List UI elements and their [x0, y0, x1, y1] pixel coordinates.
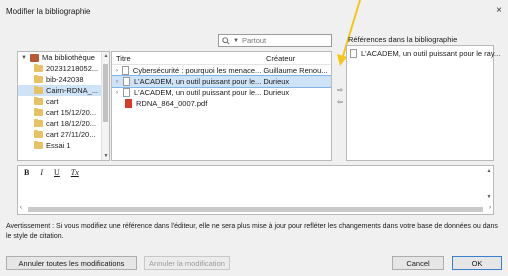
folder-icon: [34, 64, 43, 72]
warning-text: Avertissement : Si vous modifiez une réf…: [6, 223, 498, 240]
editor-horizontal-scrollbar[interactable]: ‹ ›: [18, 205, 493, 214]
folder-icon: [34, 108, 43, 116]
folder-icon: [34, 141, 43, 149]
citation-editor[interactable]: B I U Tx ▲ ▼ ‹ ›: [17, 165, 494, 215]
tree-item[interactable]: cart: [18, 96, 109, 107]
folder-icon: [34, 97, 43, 105]
tree-item-label: cart 15/12/20...: [46, 108, 97, 117]
items-table[interactable]: Titre Créateur › Cybersécurité : pourquo…: [111, 51, 332, 161]
scroll-up-icon[interactable]: ▲: [102, 53, 109, 59]
tree-item-label: bib-242038: [46, 75, 84, 84]
search-placeholder: Partout: [241, 36, 267, 45]
table-row[interactable]: RDNA_864_0007.pdf: [112, 98, 331, 109]
editor-vertical-scrollbar[interactable]: ▲ ▼: [485, 166, 493, 206]
chevron-right-icon[interactable]: ›: [116, 90, 121, 96]
row-title: L'ACADEM, un outil puissant pour le...: [133, 88, 262, 97]
row-creator: Durieux: [263, 77, 290, 86]
tree-item-label: cart 18/12/20...: [46, 119, 97, 128]
row-title: RDNA_864_0007.pdf: [136, 99, 208, 108]
library-icon: [30, 53, 39, 62]
reference-label: L'ACADEM, un outil puissant pour le ray.…: [361, 49, 501, 58]
chevron-down-icon[interactable]: ▼: [21, 55, 28, 61]
scroll-right-icon[interactable]: ›: [489, 205, 491, 211]
document-icon: [121, 66, 129, 75]
search-mode-dropdown-icon[interactable]: ▼: [233, 38, 239, 44]
chevron-right-icon[interactable]: ›: [116, 79, 121, 85]
ok-button[interactable]: OK: [452, 256, 502, 270]
scroll-left-icon[interactable]: ‹: [20, 205, 22, 211]
column-header-title[interactable]: Titre: [112, 54, 262, 63]
column-header-creator[interactable]: Créateur: [262, 54, 295, 63]
tree-item-label: cart 27/11/20...: [46, 130, 96, 139]
italic-button[interactable]: I: [40, 168, 43, 177]
folder-icon: [34, 119, 43, 127]
clear-format-button[interactable]: Tx: [71, 168, 79, 177]
tree-item[interactable]: cart 15/12/20...: [18, 107, 109, 118]
folder-icon: [34, 75, 43, 83]
folder-icon: [34, 86, 43, 94]
dialog-title: Modifier la bibliographie: [6, 7, 91, 16]
close-icon[interactable]: ×: [496, 5, 502, 16]
pdf-icon: [125, 99, 132, 108]
tree-item[interactable]: cart 27/11/20...: [18, 129, 109, 140]
library-tree[interactable]: ▼ Ma bibliothèque 20231218052... bib-242…: [17, 51, 110, 161]
search-icon: [222, 36, 230, 45]
tree-item-label: Ma bibliothèque: [42, 53, 95, 62]
cancel-button[interactable]: Cancel: [392, 256, 444, 270]
references-panel-title: Références dans la bibliographie: [348, 35, 458, 44]
revert-all-button[interactable]: Annuler toutes les modifications: [6, 256, 137, 270]
scroll-down-icon[interactable]: ▼: [102, 153, 109, 159]
tree-item-label: Cairn-RDNA_...: [46, 86, 99, 95]
table-header: Titre Créateur: [112, 52, 331, 65]
list-item[interactable]: L'ACADEM, un outil puissant pour le ray.…: [347, 46, 500, 61]
tree-item-label: 20231218052...: [46, 64, 99, 73]
tree-item[interactable]: 20231218052...: [18, 63, 109, 74]
scrollbar-thumb[interactable]: [103, 64, 108, 122]
tree-item[interactable]: bib-242038: [18, 74, 109, 85]
table-row-selected[interactable]: › L'ACADEM, un outil puissant pour le...…: [112, 75, 331, 88]
table-row[interactable]: › L'ACADEM, un outil puissant pour le...…: [112, 87, 331, 98]
revert-button[interactable]: Annuler la modification: [144, 256, 230, 270]
row-title: Cybersécurité : pourquoi les menace...: [132, 66, 262, 75]
chevron-right-icon[interactable]: ›: [116, 68, 120, 74]
underline-button[interactable]: U: [54, 168, 60, 177]
tree-item-label: cart: [46, 97, 59, 106]
row-title: L'ACADEM, un outil puissant pour le...: [133, 77, 262, 86]
row-creator: Guillaume Renou...: [263, 66, 328, 75]
bold-button[interactable]: B: [24, 168, 29, 177]
tree-scrollbar[interactable]: ▲ ▼: [101, 52, 109, 160]
tree-item[interactable]: Essai 1: [18, 140, 109, 151]
scroll-up-icon[interactable]: ▲: [485, 168, 493, 174]
tree-item-label: Essai 1: [46, 141, 71, 150]
document-icon: [122, 88, 130, 97]
scrollbar-thumb[interactable]: [28, 207, 483, 212]
tree-item-my-library[interactable]: ▼ Ma bibliothèque: [18, 52, 109, 63]
references-list[interactable]: L'ACADEM, un outil puissant pour le ray.…: [346, 45, 500, 161]
document-icon: [350, 49, 357, 58]
tree-item[interactable]: cart 18/12/20...: [18, 118, 109, 129]
scroll-down-icon[interactable]: ▼: [485, 194, 493, 200]
move-buttons: ⇨ ⇦: [335, 86, 345, 110]
row-creator: Durieux: [263, 88, 290, 97]
document-icon: [122, 77, 130, 86]
add-to-bibliography-arrow-icon[interactable]: ⇨: [335, 86, 345, 98]
editor-toolbar: B I U Tx: [18, 166, 493, 179]
folder-icon: [34, 130, 43, 138]
search-input[interactable]: ▼ Partout: [218, 34, 332, 47]
tree-item-selected[interactable]: Cairn-RDNA_...: [18, 85, 109, 96]
table-row[interactable]: › Cybersécurité : pourquoi les menace...…: [112, 65, 331, 76]
remove-from-bibliography-arrow-icon[interactable]: ⇦: [335, 98, 345, 110]
